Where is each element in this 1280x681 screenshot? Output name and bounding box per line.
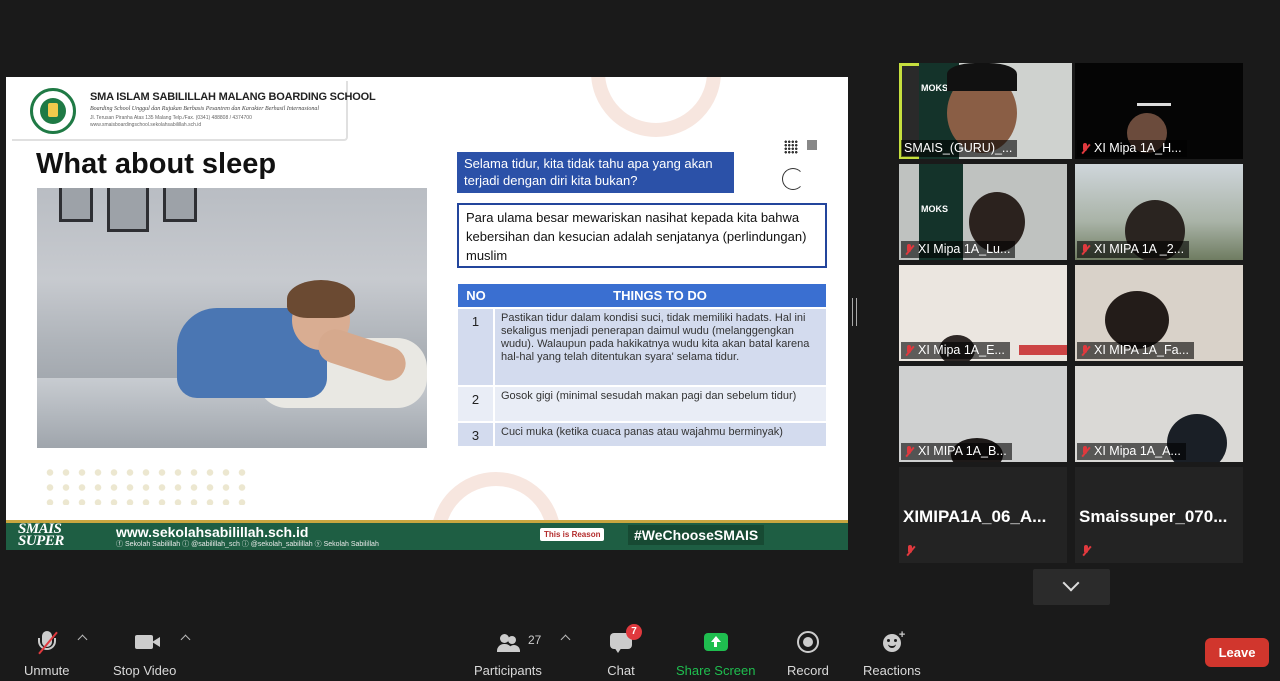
- participants-options-caret[interactable]: [560, 634, 571, 645]
- decorative-square: [807, 140, 817, 150]
- decorative-circle: [782, 168, 804, 190]
- participant-name: XI Mipa 1A_H...: [1077, 140, 1187, 157]
- reactions-button[interactable]: + Reactions: [863, 629, 921, 678]
- record-button[interactable]: Record: [787, 630, 829, 678]
- participant-name: Smaissuper_070...: [1079, 507, 1228, 526]
- participant-tile[interactable]: XI Mipa 1A_H...: [1075, 63, 1243, 159]
- video-options-caret[interactable]: [180, 634, 191, 645]
- participant-name: XI MIPA 1A _2...: [1077, 241, 1190, 258]
- participant-tile[interactable]: MOKS XI Mipa 1A_Lu...: [899, 164, 1067, 260]
- muted-mic-icon: [904, 243, 914, 256]
- chevron-down-icon: [1062, 574, 1080, 592]
- muted-mic-icon: [1080, 344, 1090, 357]
- zoom-meeting-window: SMA ISLAM SABILILLAH MALANG BOARDING SCH…: [0, 0, 1280, 681]
- muted-mic-icon: [1081, 545, 1091, 557]
- participant-name: XI MIPA 1A_B...: [901, 443, 1012, 460]
- chat-button[interactable]: 7 Chat: [606, 624, 642, 678]
- footer-social-handles: ⓕ Sekolah Sabilillah ⓘ @sabilillah_sch ⓘ…: [116, 541, 379, 548]
- participant-tile[interactable]: XIMIPA1A_06_A...: [899, 467, 1067, 563]
- school-tagline: Boarding School Unggul dan Rujukan Berba…: [90, 106, 320, 112]
- participant-name: XI Mipa 1A_A...: [1077, 443, 1186, 460]
- muted-mic-icon: [1080, 142, 1090, 155]
- participant-name: XI Mipa 1A_E...: [901, 342, 1010, 359]
- row-number: 2: [458, 385, 495, 422]
- muted-mic-icon: [904, 445, 914, 458]
- meeting-toolbar: Unmute Stop Video 27 Participants 7 Chat…: [0, 624, 1280, 681]
- participant-tile[interactable]: Smaissuper_070...: [1075, 467, 1243, 563]
- shared-screen-slide: SMA ISLAM SABILILLAH MALANG BOARDING SCH…: [6, 77, 848, 550]
- smais-super-logo: SMAIS SUPER: [18, 521, 64, 549]
- table-row: 3 Cuci muka (ketika cuaca panas atau waj…: [458, 421, 826, 446]
- slide-footer: SMAIS SUPER www.sekolahsabilillah.sch.id …: [6, 520, 848, 550]
- audio-options-caret[interactable]: [77, 634, 88, 645]
- reactions-emoji-icon: +: [877, 629, 907, 656]
- chat-unread-badge: 7: [626, 624, 642, 640]
- reason-badge: This is Reason: [540, 528, 605, 541]
- table-header-things: THINGS TO DO: [494, 284, 826, 308]
- share-screen-icon: [701, 630, 731, 656]
- muted-mic-icon: [905, 545, 915, 557]
- row-text: Cuci muka (ketika cuaca panas atau wajah…: [494, 421, 826, 446]
- participant-name: XIMIPA1A_06_A...: [903, 507, 1047, 526]
- muted-mic-icon: [1080, 445, 1090, 458]
- table-row: 2 Gosok gigi (minimal sesudah makan pagi…: [458, 385, 826, 422]
- sleeping-boy-photo: [37, 188, 427, 448]
- participants-icon: 27: [478, 630, 542, 656]
- record-icon: [793, 630, 823, 656]
- participants-count: 27: [527, 633, 542, 647]
- video-camera-icon: [130, 630, 160, 656]
- statement-box: Para ulama besar mewariskan nasihat kepa…: [457, 203, 827, 268]
- participants-button[interactable]: 27 Participants: [474, 630, 542, 678]
- slide-title: What about sleep: [36, 148, 277, 180]
- school-address: Jl. Terusan Piranha Atas 135 Malang Telp…: [90, 115, 252, 121]
- table-row: 1 Pastikan tidur dalam kondisi suci, tid…: [458, 307, 826, 386]
- decorative-grid: [784, 140, 798, 154]
- split-resize-handle[interactable]: [852, 298, 857, 326]
- participant-tile[interactable]: XI Mipa 1A_A...: [1075, 366, 1243, 462]
- muted-microphone-icon: [32, 630, 62, 656]
- chat-bubble-icon: 7: [606, 624, 642, 656]
- participant-face: [1105, 291, 1169, 349]
- decorative-dots: [42, 465, 252, 505]
- unmute-button[interactable]: Unmute: [24, 630, 70, 678]
- things-to-do-table: NO THINGS TO DO 1 Pastikan tidur dalam k…: [458, 284, 826, 446]
- row-text: Pastikan tidur dalam kondisi suci, tidak…: [494, 307, 826, 386]
- participant-tile[interactable]: XI MIPA 1A _2...: [1075, 164, 1243, 260]
- table-header-no: NO: [458, 284, 494, 308]
- school-website: www.smaisboardingschool.sekolahsabililla…: [90, 122, 202, 128]
- footer-url: www.sekolahsabilillah.sch.id: [116, 524, 309, 540]
- row-text: Gosok gigi (minimal sesudah makan pagi d…: [494, 385, 826, 422]
- stop-video-button[interactable]: Stop Video: [113, 630, 176, 678]
- school-name: SMA ISLAM SABILILLAH MALANG BOARDING SCH…: [90, 91, 376, 103]
- gallery-next-page-button[interactable]: [1033, 569, 1110, 605]
- hashtag: #WeChooseSMAIS: [628, 525, 765, 545]
- muted-mic-icon: [1080, 243, 1090, 256]
- participant-name: XI Mipa 1A_Lu...: [901, 241, 1016, 258]
- muted-mic-icon: [904, 344, 914, 357]
- participant-name: SMAIS_(GURU)_...: [901, 140, 1018, 157]
- participant-tile[interactable]: XI Mipa 1A_E...: [899, 265, 1067, 361]
- participant-tile[interactable]: XI MIPA 1A_Fa...: [1075, 265, 1243, 361]
- row-number: 3: [458, 421, 495, 446]
- question-box: Selama tidur, kita tidak tahu apa yang a…: [457, 152, 734, 193]
- participant-tile[interactable]: XI MIPA 1A_B...: [899, 366, 1067, 462]
- row-number: 1: [458, 307, 495, 386]
- school-header: SMA ISLAM SABILILLAH MALANG BOARDING SCH…: [12, 81, 376, 141]
- school-logo: [30, 88, 76, 134]
- participant-tile[interactable]: MOKS SMAIS_(GURU)_...: [899, 63, 1072, 159]
- decorative-ring: [591, 77, 721, 137]
- share-screen-button[interactable]: Share Screen: [676, 630, 756, 678]
- participant-name: XI MIPA 1A_Fa...: [1077, 342, 1194, 359]
- leave-meeting-button[interactable]: Leave: [1205, 638, 1269, 667]
